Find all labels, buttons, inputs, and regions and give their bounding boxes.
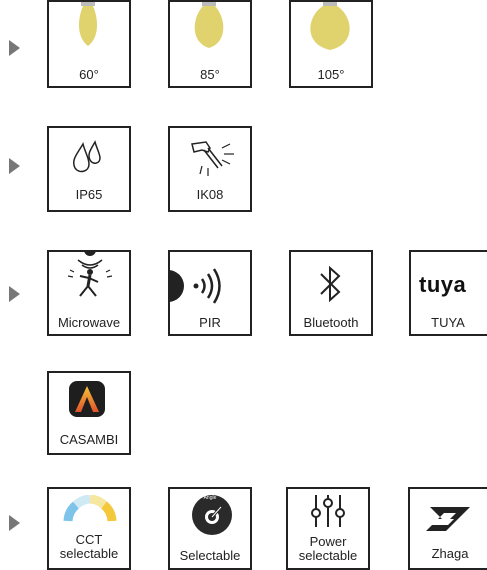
- beam-angle-60-label: 60°: [79, 67, 99, 82]
- pir-box: PIR: [168, 250, 252, 336]
- tuya-logo: tuya: [419, 272, 467, 297]
- zhaga-label: Zhaga: [431, 546, 469, 561]
- bluetooth-box: Bluetooth: [289, 250, 373, 336]
- casambi-box: CASAMBI: [47, 371, 131, 455]
- row-arrow-beam: [9, 40, 20, 56]
- row-arrow-features: [9, 515, 20, 531]
- beam-angle-105: 105°: [289, 0, 373, 88]
- row-arrow-sensors: [9, 286, 20, 302]
- power-label-line2: selectable: [298, 548, 358, 563]
- bluetooth-icon: [320, 265, 341, 303]
- cct-label-line2: selectable: [59, 546, 119, 561]
- angle-selectable-label: Selectable: [179, 548, 241, 563]
- sliders-icon: [311, 495, 345, 527]
- bluetooth-label: Bluetooth: [303, 315, 359, 330]
- beam-angle-85-label: 85°: [200, 67, 220, 82]
- beam-angle-60: 60°: [47, 0, 131, 88]
- angle-selectable-box: Angle Selectable: [168, 487, 252, 570]
- ik08-box: IK08: [168, 126, 252, 212]
- water-drops-icon: [72, 140, 101, 173]
- pir-label: PIR: [199, 315, 221, 330]
- ip65-box: IP65: [47, 126, 131, 212]
- zhaga-logo: [426, 507, 470, 531]
- ik08-label: IK08: [196, 187, 224, 202]
- cct-label-line1: CCT: [75, 532, 103, 547]
- angle-gauge-text: Angle: [203, 495, 217, 501]
- zhaga-box: Zhaga: [408, 487, 487, 570]
- cct-arc-icon: [63, 495, 117, 522]
- row-arrow-protection: [9, 158, 20, 174]
- cct-box: CCT selectable: [47, 487, 131, 570]
- casambi-logo: [69, 381, 105, 417]
- ip65-label: IP65: [75, 187, 103, 202]
- power-label-line1: Power: [309, 534, 347, 549]
- microwave-sensor-icon: [67, 252, 113, 297]
- tuya-box: tuya TUYA: [409, 250, 487, 336]
- beam-angle-85: 85°: [168, 0, 252, 88]
- casambi-label: CASAMBI: [59, 432, 119, 447]
- bulb-60-icon: [78, 2, 98, 46]
- pir-sensor-icon: [170, 268, 221, 304]
- microwave-box: Microwave: [47, 250, 131, 336]
- tuya-label: TUYA: [431, 315, 465, 330]
- microwave-label: Microwave: [57, 315, 121, 330]
- bulb-85-icon: [194, 2, 224, 48]
- beam-angle-105-label: 105°: [317, 67, 345, 82]
- bulb-105-icon: [310, 2, 350, 50]
- power-selectable-box: Power selectable: [286, 487, 370, 570]
- hammer-impact-icon: [191, 141, 234, 176]
